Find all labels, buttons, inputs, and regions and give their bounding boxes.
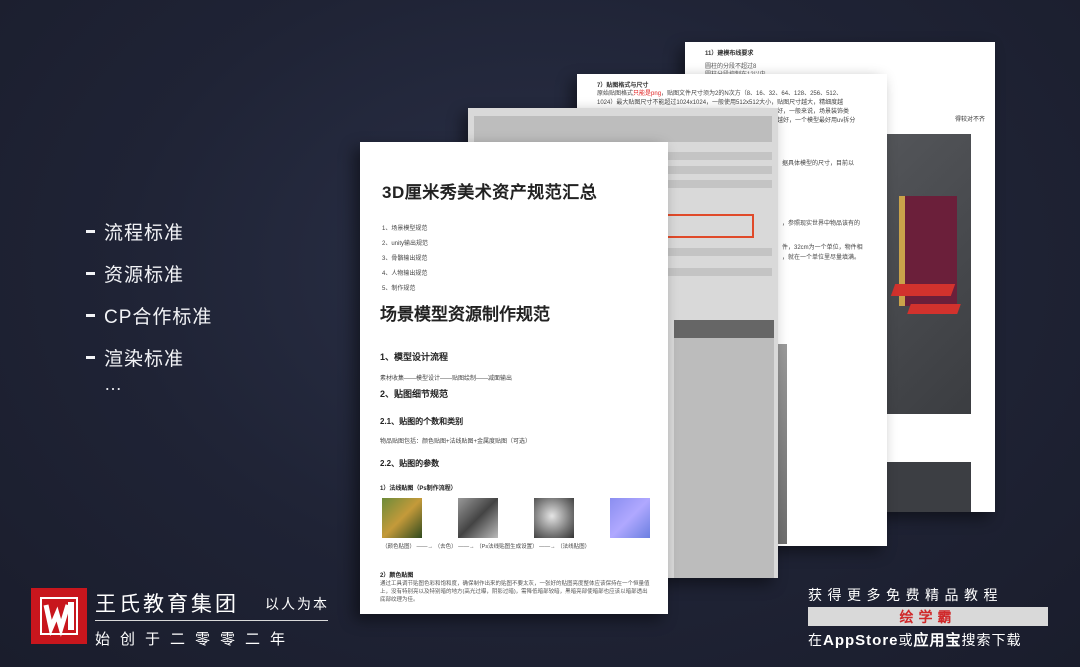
caption: （去色）: [434, 544, 457, 550]
toc-item: 1、场景模型规范: [382, 226, 428, 232]
page3-text7: 件，32cm为一个单位，物件相: [782, 245, 863, 251]
thumbnail-captions: （颜色贴图） ——→ （去色） ——→ （Ps法线贴图生成设置） ——→ （法线…: [382, 542, 652, 550]
page3-text4: 越好，一个模型最好用uv拆分: [777, 118, 856, 124]
yingyongbao-text: 应用宝: [913, 632, 962, 649]
paragraph-color-map: 通过工具调节贴图色彩和饱和度，确保制作出来的贴图不要太灰，一张好的贴图亮度整体应…: [380, 581, 650, 603]
promo-line-3: 在AppStore或应用宝搜索下载: [808, 629, 1022, 650]
inspector-panel: [674, 320, 774, 578]
dash-icon: [86, 355, 95, 359]
ps-normal-settings-thumbnail: [534, 498, 574, 538]
brand-name: 王氏教育集团: [95, 593, 239, 616]
page3-text1: 原始贴图格式只能是png，贴图文件尺寸须为2的N次方（8、16、32、64、12…: [597, 90, 877, 99]
desaturated-thumbnail: [458, 498, 498, 538]
body-s1: 素材收集——模型设计——贴图绘制——减面输出: [380, 376, 513, 382]
menu-item-process[interactable]: 流程标准: [86, 210, 212, 252]
inspector-header: [474, 116, 772, 142]
document-page-1: 3D厘米秀美术资产规范汇总 1、场景模型规范 2、unity输出规范 3、骨骼输…: [360, 142, 668, 614]
toc-item: 4、人物输出规范: [382, 271, 428, 277]
page4-note: 得较对不齐: [954, 117, 985, 123]
dash-icon: [86, 229, 95, 233]
text-run: 搜索下载: [961, 632, 1022, 648]
page3-text8: ，就在一个单位里尽量填满。: [782, 255, 861, 261]
heading-s1: 1、模型设计流程: [380, 352, 449, 362]
menu-item-label: 资源标准: [104, 264, 185, 286]
appstore-text: AppStore: [823, 632, 899, 649]
normal-map-thumbnail: [610, 498, 650, 538]
text-run: 原始贴图格式: [597, 91, 634, 97]
heading-s22: 2.2、贴图的参数: [380, 459, 440, 468]
text-run-red: 只能是png: [633, 91, 662, 97]
caption: （法线贴图）: [557, 544, 591, 550]
toc-item: 5、制作规范: [382, 286, 416, 292]
brand-logo: [31, 588, 87, 644]
body-s21: 物品贴图包括：颜色贴图+法线贴图+金属度贴图（可选）: [380, 439, 532, 445]
page3-heading: 7）贴图格式与尺寸: [597, 83, 649, 89]
body-s22-sub: 1）法线贴图（Ps制作流程）: [380, 486, 457, 492]
inspector-panel-header: [674, 320, 774, 338]
menu-item-label: 流程标准: [104, 222, 185, 244]
divider: [95, 620, 328, 621]
document-title: 3D厘米秀美术资产规范汇总: [382, 183, 598, 202]
heading-color-map: 2）颜色贴图: [380, 573, 414, 579]
table-of-contents: 1、场景模型规范 2、unity输出规范 3、骨骼输出规范 4、人物输出规范 5…: [382, 222, 428, 297]
promo-app-name: 绘学霸: [899, 608, 957, 625]
page4-heading: 11）建模布线要求: [705, 51, 754, 57]
dash-icon: [86, 313, 95, 317]
menu-item-resource[interactable]: 资源标准: [86, 252, 212, 294]
page3-text6: ，参照现实世界中物品该有的: [782, 221, 861, 227]
text-run: 在: [808, 632, 823, 648]
text-run: ，贴图文件尺寸须为2的N次方（8、16、32、64、128、256、512、: [661, 91, 843, 97]
arrow-icon: ——→: [539, 544, 556, 550]
arrow-icon: ——→: [458, 544, 475, 550]
page3-text3: 好，一般来说，场景装饰类: [777, 109, 850, 115]
toc-item: 3、骨骼输出规范: [382, 256, 428, 262]
texture-thumbnails: [382, 498, 650, 538]
page3-text2: 1024）最大贴图尺寸不能超过1024x1024，一般使用512x512大小，贴…: [597, 100, 844, 106]
menu-item-label: CP合作标准: [104, 306, 213, 328]
text-run: 或: [898, 632, 914, 648]
dash-icon: [86, 271, 95, 275]
heading-s21: 2.1、贴图的个数和类别: [380, 417, 464, 426]
heading-s2: 2、贴图细节规范: [380, 389, 449, 399]
caption: （Ps法线贴图生成设置）: [476, 544, 538, 550]
caption: （颜色贴图）: [382, 544, 416, 550]
red-gizmo: [907, 304, 961, 314]
menu-item-label: 渲染标准: [104, 348, 185, 370]
section-title: 场景模型资源制作规范: [380, 305, 550, 324]
menu-item-cp[interactable]: CP合作标准: [86, 294, 212, 336]
promo-app-banner[interactable]: 绘学霸: [808, 607, 1048, 626]
color-map-thumbnail: [382, 498, 422, 538]
arrow-icon: ——→: [416, 544, 434, 550]
toc-item: 2、unity输出规范: [382, 241, 429, 247]
standards-menu: 流程标准 资源标准 CP合作标准 渲染标准 …: [86, 210, 212, 395]
w-logo-icon: [40, 597, 78, 637]
menu-item-render[interactable]: 渲染标准: [86, 336, 212, 378]
brand-motto: 以人为本: [265, 596, 329, 612]
red-gizmo: [890, 284, 956, 296]
founded-text: 始创于二零零二年: [95, 631, 296, 648]
menu-ellipsis: …: [104, 374, 124, 394]
highlight-box: [664, 214, 754, 238]
promo-line-1: 获得更多免费精品教程: [808, 587, 1003, 603]
page3-text5: 据具体模型的尺寸，目前以: [782, 161, 855, 167]
